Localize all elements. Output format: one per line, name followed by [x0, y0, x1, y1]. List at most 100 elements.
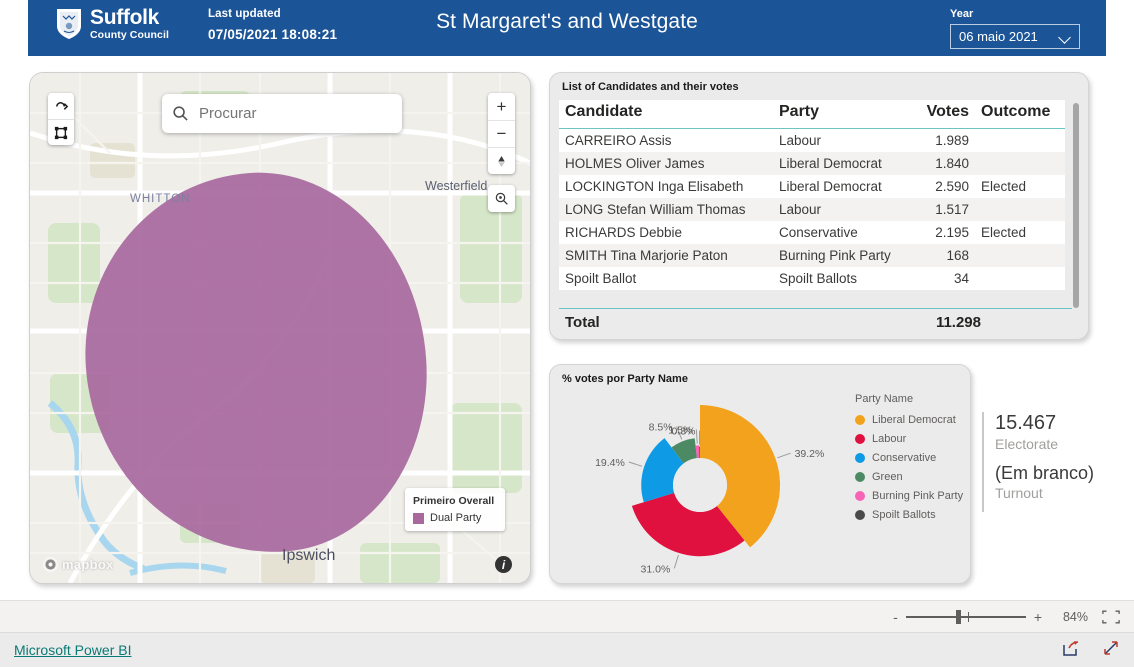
cell-votes: 2.195 [913, 221, 975, 244]
cell-candidate: Spoilt Ballot [559, 267, 773, 290]
votes-by-party-visual: % votes por Party Name 39.2% 31.0% 19.4% 8.… [549, 364, 971, 584]
map-canvas[interactable]: WHITTON Westerfield Ipswich Procurar + −… [30, 73, 530, 583]
table-row[interactable]: Spoilt Ballot Spoilt Ballots 34 [559, 267, 1065, 290]
table-row[interactable]: SMITH Tina Marjorie Paton Burning Pink P… [559, 244, 1065, 267]
donut-data-label: 39.2% [795, 448, 825, 460]
year-filter: Year 06 maio 2021 [950, 8, 1080, 49]
cell-votes: 34 [913, 267, 975, 290]
table-row[interactable]: LONG Stefan William Thomas Labour 1.517 [559, 198, 1065, 221]
zoom-slider[interactable]: - + [893, 609, 1042, 625]
donut-legend-item[interactable]: Green [855, 471, 963, 483]
donut-leader-line [628, 461, 643, 467]
map-zoom-in-button[interactable]: + [488, 93, 515, 120]
column-header-party[interactable]: Party [773, 100, 913, 129]
total-label: Total [565, 314, 600, 331]
cell-party: Conservative [773, 221, 913, 244]
donut-leader-line [673, 554, 679, 569]
map-label-westerfield: Westerfield [425, 179, 488, 193]
map-label-ipswich: Ipswich [282, 547, 336, 564]
pan-hand-icon [55, 101, 68, 110]
powerbi-link[interactable]: Microsoft Power BI [14, 642, 131, 658]
zoom-slider-track[interactable] [905, 609, 1026, 624]
status-bar: - + 84% [0, 600, 1134, 632]
table-row[interactable]: CARREIRO Assis Labour 1.989 [559, 128, 1065, 152]
fit-to-page-button[interactable] [1102, 609, 1120, 624]
cell-party: Burning Pink Party [773, 244, 913, 267]
donut-legend-label: Burning Pink Party [872, 490, 964, 502]
kpi-block: 15.467 Electorate (Em branco) Turnout [982, 412, 1094, 512]
fullscreen-button[interactable] [1102, 639, 1120, 662]
zoom-slider-thumb[interactable] [955, 609, 961, 624]
cell-candidate: CARREIRO Assis [559, 128, 773, 152]
table-row[interactable]: RICHARDS Debbie Conservative 2.195 Elect… [559, 221, 1065, 244]
donut-data-label: 0.3% [672, 426, 696, 438]
share-icon [1063, 640, 1079, 656]
cell-votes: 1.517 [913, 198, 975, 221]
fit-to-screen-icon [1102, 609, 1120, 624]
candidates-table-total-row: Total 11.298 [559, 308, 1072, 331]
map-locate-button[interactable] [488, 185, 515, 212]
map-search-box[interactable]: Procurar [162, 94, 402, 133]
zoom-percent-label: 84% [1062, 609, 1088, 624]
pan-tool-button[interactable] [48, 93, 74, 119]
donut-chart-area[interactable]: 39.2% 31.0% 19.4% 8.5% 1.5% 0.3% [550, 387, 850, 583]
cell-party: Spoilt Ballots [773, 267, 913, 290]
map-legend-title: Primeiro Overall [413, 495, 495, 507]
footer-actions [1062, 639, 1120, 662]
candidates-table-visual: List of Candidates and their votes Candi… [549, 72, 1089, 340]
year-dropdown[interactable]: 06 maio 2021 [950, 24, 1080, 49]
zoom-out-button[interactable]: - [893, 609, 898, 625]
lasso-select-icon [54, 126, 68, 139]
donut-data-label: 19.4% [595, 457, 625, 469]
candidates-table-scroll[interactable]: Candidate Party Votes Outcome CARREIRO A… [559, 100, 1072, 332]
cell-outcome [975, 152, 1065, 175]
cell-votes: 2.590 [913, 175, 975, 198]
magnifier-locate-icon [495, 192, 508, 205]
zoom-in-button[interactable]: + [1034, 609, 1042, 625]
donut-legend-item[interactable]: Spoilt Ballots [855, 509, 963, 521]
candidates-table-scrollbar[interactable] [1073, 103, 1079, 325]
scrollbar-thumb[interactable] [1073, 103, 1079, 308]
donut-legend-item[interactable]: Burning Pink Party [855, 490, 963, 502]
table-row[interactable]: LOCKINGTON Inga Elisabeth Liberal Democr… [559, 175, 1065, 198]
column-header-votes[interactable]: Votes [913, 100, 975, 129]
year-filter-label: Year [950, 8, 974, 20]
chevron-down-icon [1059, 33, 1072, 41]
donut-legend-item[interactable]: Labour [855, 433, 963, 445]
zoom-slider-tick [967, 611, 969, 622]
map-search-input[interactable]: Procurar [199, 105, 257, 122]
map-label-whitton: WHITTON [130, 193, 191, 205]
cell-outcome [975, 128, 1065, 152]
column-header-candidate[interactable]: Candidate [559, 100, 773, 129]
map-zoom-controls: + − [488, 93, 515, 174]
turnout-value: (Em branco) [995, 463, 1095, 483]
table-row[interactable]: HOLMES Oliver James Liberal Democrat 1.8… [559, 152, 1065, 175]
candidates-table-body: CARREIRO Assis Labour 1.989 HOLMES Olive… [559, 128, 1065, 290]
donut-hole [673, 458, 727, 512]
donut-legend-item[interactable]: Liberal Democrat [855, 414, 963, 426]
electorate-value: 15.467 [995, 412, 1057, 434]
report-header: Suffolk County Council Last updated 07/0… [28, 0, 1106, 56]
donut-legend-swatch [855, 472, 865, 482]
donut-chart-svg: 39.2%31.0%19.4%8.5%1.5%0.3% [595, 405, 825, 575]
donut-leader-line [695, 429, 698, 444]
cell-party: Liberal Democrat [773, 152, 913, 175]
select-tool-button[interactable] [48, 119, 74, 145]
map-zoom-out-button[interactable]: − [488, 120, 515, 147]
donut-legend-label: Green [872, 471, 903, 483]
map-compass-button[interactable] [488, 147, 515, 174]
map-visual[interactable]: WHITTON Westerfield Ipswich Procurar + −… [29, 72, 531, 584]
search-icon [173, 106, 188, 121]
map-info-button[interactable]: i [495, 556, 512, 573]
compass-icon [498, 155, 505, 167]
donut-legend-label: Conservative [872, 452, 937, 464]
mapbox-logo-icon [42, 556, 59, 573]
donut-legend-item[interactable]: Conservative [855, 452, 963, 464]
column-header-outcome[interactable]: Outcome [975, 100, 1065, 129]
footer-bar: Microsoft Power BI [0, 632, 1134, 667]
donut-legend-swatch [855, 491, 865, 501]
mapbox-attribution[interactable]: mapbox [42, 556, 114, 573]
share-button[interactable] [1062, 639, 1080, 662]
donut-legend-items: Liberal Democrat Labour Conservative Green B… [855, 414, 963, 521]
map-legend: Primeiro Overall Dual Party [405, 488, 505, 531]
